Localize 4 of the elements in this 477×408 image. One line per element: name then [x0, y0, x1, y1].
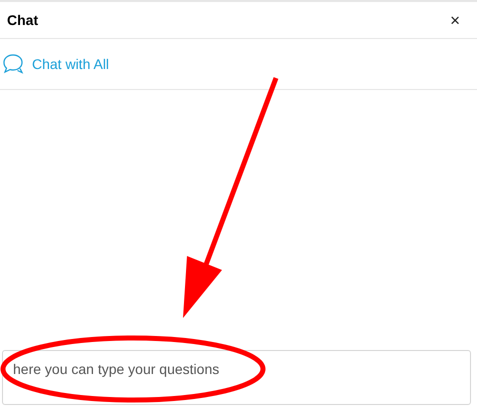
chat-bubbles-icon	[2, 53, 24, 75]
message-field[interactable]: here you can type your questions	[2, 350, 471, 405]
panel-title: Chat	[7, 12, 38, 28]
close-button[interactable]: ×	[450, 12, 460, 28]
